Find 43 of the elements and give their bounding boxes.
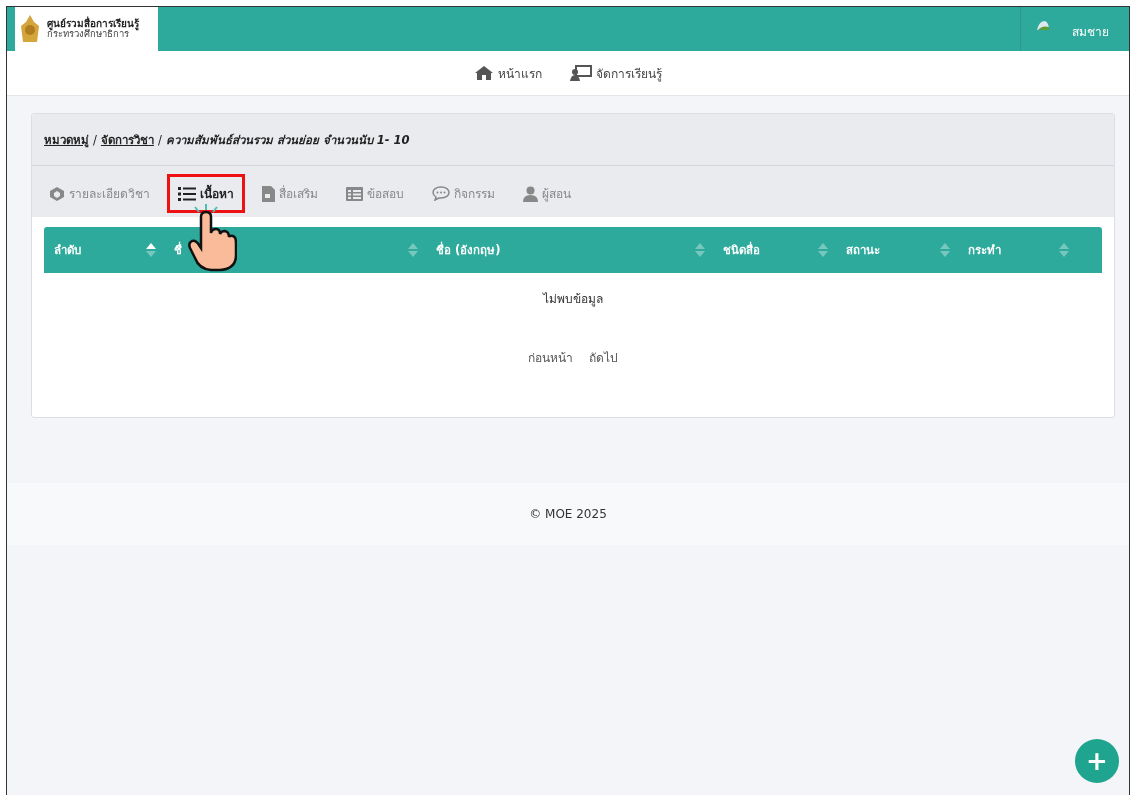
- copyright-text: © MOE 2025: [529, 507, 607, 521]
- logo-card[interactable]: ศูนย์รวมสื่อการเรียนรู้ กระทรวงศึกษาธิการ: [15, 7, 158, 51]
- tab[interactable]: สื่อเสริม: [251, 174, 329, 213]
- emblem-icon: [19, 14, 41, 44]
- next-link[interactable]: ถัดไป: [589, 348, 618, 367]
- empty-message: ไม่พบข้อมูล: [541, 291, 604, 309]
- user-icon: [523, 185, 538, 202]
- column-header[interactable]: ลำดับ: [44, 227, 164, 273]
- table-icon: [346, 186, 363, 201]
- sort-icon: [408, 243, 418, 257]
- list-icon: [178, 186, 196, 201]
- column-header[interactable]: ชื่อ (อังกฤษ): [426, 227, 713, 273]
- nav-link[interactable]: จัดการเรียนรู้: [570, 63, 662, 83]
- column-header[interactable]: สถานะ: [836, 227, 958, 273]
- breadcrumb-separator: /: [93, 133, 97, 147]
- cube-icon: [49, 185, 65, 202]
- column-header[interactable]: กระทำ: [958, 227, 1077, 273]
- breadcrumb-separator: /: [157, 133, 162, 147]
- tab[interactable]: ข้อสอบ: [335, 174, 415, 213]
- breadcrumb-link[interactable]: หมวดหมู่: [44, 131, 89, 149]
- home-icon: [474, 65, 494, 81]
- column-header[interactable]: ชื่: [164, 227, 426, 273]
- add-button[interactable]: +: [1075, 739, 1119, 783]
- sort-icon: [818, 243, 828, 257]
- sort-icon: [695, 243, 705, 257]
- site-title: ศูนย์รวมสื่อการเรียนรู้: [47, 17, 139, 30]
- sort-icon: [146, 243, 156, 257]
- column-header[interactable]: ชนิดสื่อ: [713, 227, 836, 273]
- tab[interactable]: เนื้อหา: [167, 174, 245, 213]
- sort-icon: [940, 243, 950, 257]
- avatar-icon: [1036, 19, 1050, 31]
- nav-link[interactable]: หน้าแรก: [474, 63, 542, 83]
- tab[interactable]: รายละเอียดวิชา: [38, 174, 161, 213]
- speech-bubble-icon: [432, 186, 450, 201]
- site-subtitle: กระทรวงศึกษาธิการ: [47, 29, 129, 41]
- breadcrumb-current: ความสัมพันธ์ส่วนรวม ส่วนย่อย จำนวนนับ 1- 10: [165, 132, 410, 149]
- previous-link[interactable]: ก่อนหน้า: [528, 348, 573, 367]
- breadcrumb-link[interactable]: จัดการวิชา: [100, 131, 154, 149]
- file-video-icon: [262, 185, 275, 202]
- tab[interactable]: กิจกรรม: [421, 174, 506, 213]
- tab[interactable]: ผู้สอน: [512, 174, 582, 213]
- sort-icon: [1059, 243, 1069, 257]
- teacher-board-icon: [570, 65, 592, 81]
